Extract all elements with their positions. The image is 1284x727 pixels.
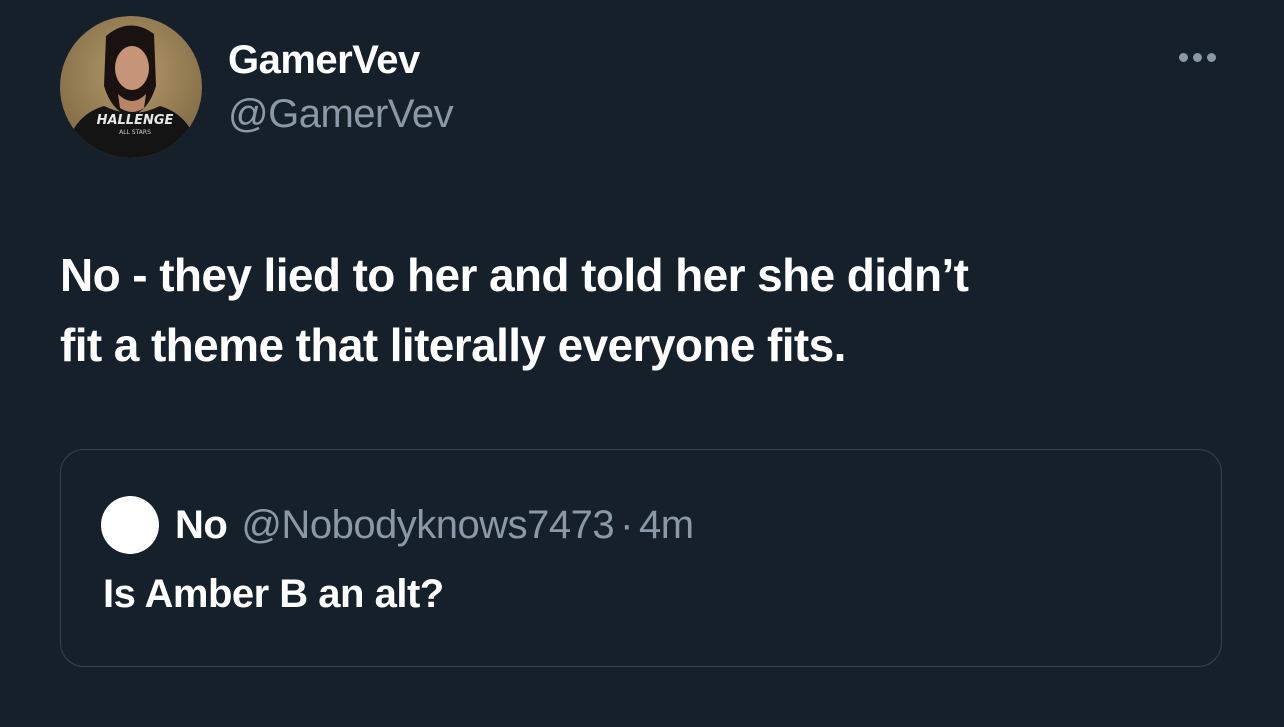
author-display-name[interactable]: GamerVev: [228, 36, 453, 84]
author-handle[interactable]: @GamerVev: [228, 90, 454, 138]
avatar-shirt-text: HALLENGE: [97, 113, 174, 128]
tweet: HALLENGE ALL STARS GamerVev @GamerVev No…: [0, 0, 1284, 727]
more-dots-icon: [1192, 52, 1202, 62]
more-dots-icon: [1178, 52, 1188, 62]
quoted-separator: ·: [620, 502, 633, 547]
quoted-tweet-header: No @Nobodyknows7473 · 4m: [101, 496, 694, 554]
avatar-shirt-subtext: ALL STARS: [119, 129, 151, 136]
quoted-author-handle[interactable]: @Nobodyknows7473: [241, 503, 614, 548]
quoted-tweet[interactable]: No @Nobodyknows7473 · 4m Is Amber B an a…: [60, 449, 1222, 667]
tweet-text-line: fit a theme that literally everyone fits…: [60, 319, 846, 371]
more-dots-icon: [1206, 52, 1216, 62]
quoted-timestamp[interactable]: 4m: [639, 503, 694, 548]
tweet-text: No - they lied to her and told her she d…: [60, 240, 1230, 380]
more-options-button[interactable]: [1170, 42, 1224, 72]
quoted-tweet-text: Is Amber B an alt?: [103, 572, 444, 616]
quoted-author-name[interactable]: No: [175, 503, 228, 548]
author-avatar[interactable]: HALLENGE ALL STARS: [60, 16, 202, 158]
tweet-text-line: No - they lied to her and told her she d…: [60, 249, 969, 301]
quoted-author-avatar[interactable]: [101, 496, 159, 554]
author-info: GamerVev @GamerVev: [228, 36, 454, 138]
author-avatar-image: HALLENGE ALL STARS: [60, 16, 202, 158]
